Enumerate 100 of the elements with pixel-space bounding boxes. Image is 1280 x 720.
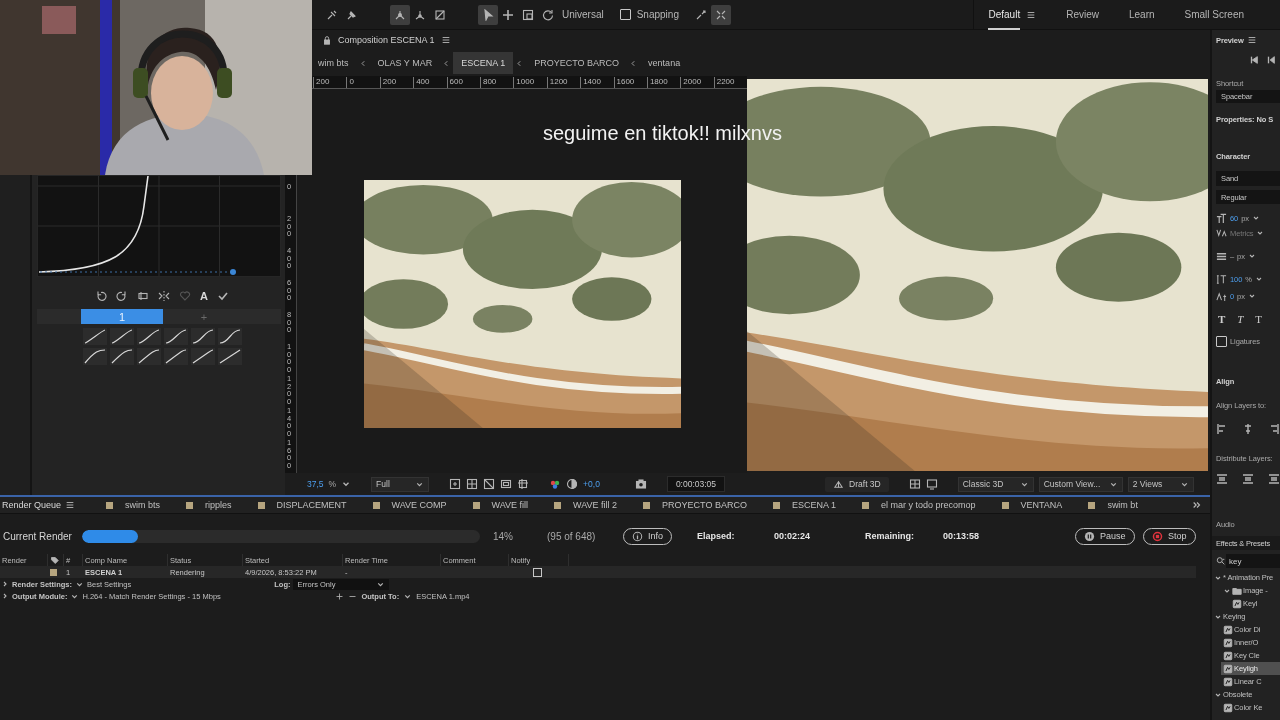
crosshair-icon [502,8,514,21]
region-icon[interactable] [449,478,462,490]
camera-icon[interactable] [634,478,647,490]
zoom-value[interactable]: 37,5 [307,479,324,489]
first-frame-icon[interactable] [1249,55,1259,65]
composition-tab[interactable]: ESCENA 1 [453,52,514,74]
composition-tab[interactable]: OLAS Y MAR [369,52,441,74]
panel-tab[interactable]: el mar y todo precomop [881,500,976,510]
auto-button[interactable]: A [200,290,208,302]
guides-icon[interactable] [517,478,530,490]
mirror-icon[interactable] [158,290,170,302]
ruler-label: 600 [446,77,480,88]
panel-tab[interactable]: WAVE fill 2 [573,500,618,510]
distribute-icon[interactable] [1216,473,1228,485]
add-icon[interactable] [335,591,345,601]
menu-icon[interactable] [1246,35,1257,45]
composition-tab[interactable]: wim bts [310,52,357,74]
effect-icon [1232,598,1242,609]
tag-icon[interactable] [50,555,59,565]
curve-preset-icon[interactable] [83,328,107,345]
composition-tab[interactable]: ventana [640,52,689,74]
menu-icon[interactable] [1026,9,1037,20]
curve-preset-icon[interactable] [191,348,215,365]
align-right-icon[interactable] [1268,423,1280,435]
text-style-button[interactable]: T [1237,313,1244,325]
panel-tab[interactable]: Render Queue [2,500,62,510]
menu-icon[interactable] [440,35,451,45]
previous-frame-icon[interactable] [1266,55,1276,65]
layout-icon[interactable] [908,478,921,490]
workspace-tab[interactable]: Learn [1128,0,1155,30]
panel-tab[interactable]: swim bt [1107,500,1138,510]
label-swatch [643,501,651,509]
snapping-label: Snapping [636,9,679,20]
view-layout-dropdown[interactable]: 2 Views [1127,476,1194,492]
panel-tab[interactable]: ESCENA 1 [791,500,836,510]
frame-icon[interactable] [500,478,513,490]
lock-icon[interactable] [322,35,332,45]
workspace-tab[interactable]: Review [1066,0,1099,30]
grid-icon[interactable] [466,478,479,490]
workspace-tab[interactable]: Small Screen [1184,0,1244,30]
panel-tab[interactable]: ripples [205,500,232,510]
curve-preset-icon[interactable] [137,348,161,365]
align-left-icon[interactable] [1216,423,1228,435]
exposure-icon[interactable] [566,478,579,490]
exposure-value[interactable]: +0,0 [583,479,600,489]
elapsed-label: Elapsed: [697,531,736,541]
expand-button[interactable] [710,4,731,25]
label-swatch [106,501,113,509]
text-style-button[interactable]: T [1255,313,1262,325]
caret-icon[interactable] [1247,252,1256,260]
baseline-shift-icon [1216,290,1227,302]
mask-icon[interactable] [483,478,496,490]
snapping-checkbox[interactable] [619,9,631,20]
view-dropdown[interactable]: Custom View... [1038,476,1123,492]
menu-icon[interactable] [65,500,76,510]
timecode[interactable]: 0:00:03:05 [666,476,726,492]
ligatures-checkbox[interactable] [1216,335,1227,347]
curve-preset-icon[interactable] [110,348,134,365]
snap-icon [694,8,707,21]
distribute-icon[interactable] [1268,473,1280,485]
text-style-button[interactable]: T [1218,313,1226,325]
label-swatch [50,568,57,576]
panel-tab[interactable]: WAVE fill [491,500,529,510]
check-icon[interactable] [216,290,229,302]
trim-icon[interactable] [137,290,149,302]
curve-preset-icon[interactable] [164,348,188,365]
curve-preset-icon[interactable] [164,328,188,345]
curve-preset-icon[interactable] [191,328,215,345]
ruler-label: 1600 [613,77,647,88]
curve-preset-icon[interactable] [137,328,161,345]
elapsed-time: 00:02:24 [774,531,812,541]
undo-icon[interactable] [95,290,107,302]
curve-preset-icon[interactable] [110,328,134,345]
selection-tool-icon [482,8,494,21]
redo-icon[interactable] [116,290,128,302]
curve-preset-icon[interactable] [218,348,242,365]
panel-tab[interactable]: PROYECTO BARCO [662,500,747,510]
panel-tab[interactable]: VENTANA [1020,500,1063,510]
resolution-dropdown[interactable]: Full [371,476,430,492]
axis-mode-label: Universal [562,9,604,20]
renderer-dropdown[interactable]: Classic 3D [957,476,1034,492]
more-tabs-icon[interactable] [1192,500,1202,510]
panel-tab[interactable]: swim bts [125,500,160,510]
distribute-icon[interactable] [1242,473,1254,485]
draft-3d-button[interactable]: Draft 3D [825,476,889,492]
curve-preset-icon[interactable] [83,348,107,365]
selection-tool-button[interactable] [478,4,498,25]
search-field[interactable]: key [1226,554,1280,568]
notify-checkbox[interactable] [533,567,542,577]
axis-button[interactable] [390,4,410,25]
monitor-icon[interactable] [925,478,938,490]
ruler-label: 800 [479,77,514,88]
label-swatch [772,501,780,509]
panel-tab[interactable]: DISPLACEMENT [276,500,347,510]
composition-tab[interactable]: PROYECTO BARCO [526,52,628,74]
ruler-label: 1800 [646,77,681,88]
panel-tab[interactable]: WAVE COMP [391,500,447,510]
color-channels-icon[interactable] [549,478,562,490]
align-center-icon[interactable] [1242,423,1254,435]
curve-preset-icon[interactable] [218,328,242,345]
